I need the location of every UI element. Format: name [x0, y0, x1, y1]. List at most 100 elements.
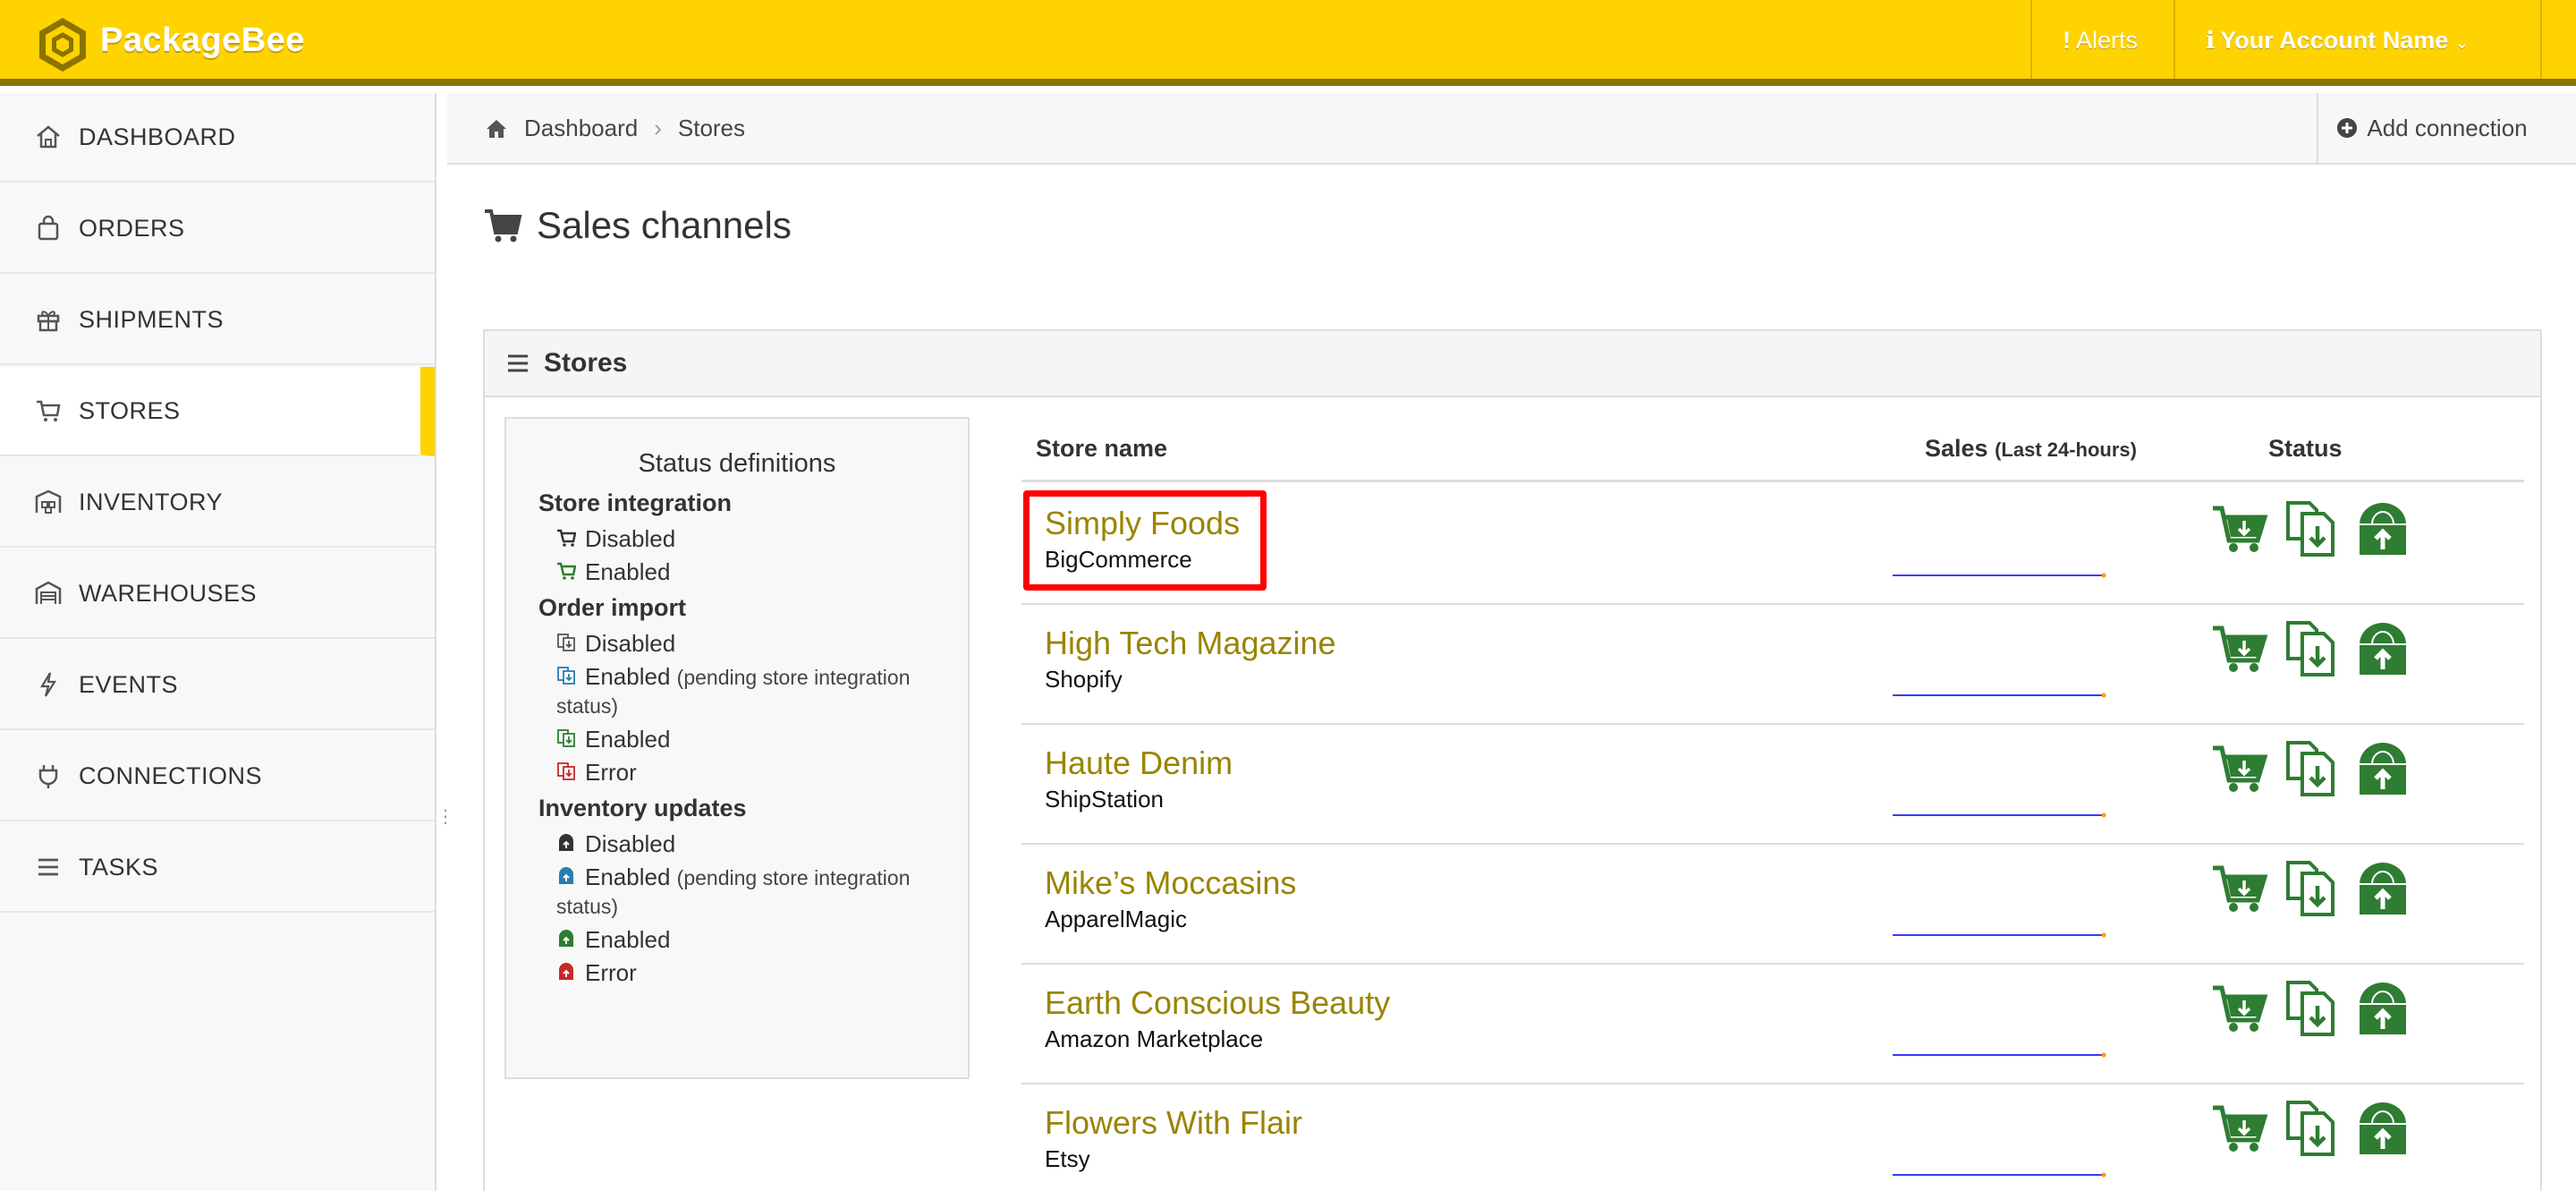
inventory-updates-enabled-icon[interactable] — [2354, 499, 2411, 557]
order-import-enabled-icon[interactable] — [2283, 739, 2340, 796]
info-icon: ℹ — [2206, 27, 2216, 54]
definition-label: Disabled — [585, 630, 676, 657]
status-icons — [2211, 859, 2411, 916]
home-icon — [37, 125, 60, 149]
order-import-enabled-icon[interactable] — [2283, 619, 2340, 676]
definitions-group-title: Order import — [538, 594, 687, 621]
definition-row: Enabled — [538, 923, 936, 957]
sidebar-item-connections[interactable]: CONNECTIONS — [0, 732, 435, 821]
sidebar: DASHBOARD ORDERS SHIPMENTS STORES INVENT… — [0, 93, 436, 1191]
cart-icon — [37, 400, 61, 421]
sidebar-item-shipments[interactable]: SHIPMENTS — [0, 276, 435, 365]
sidebar-item-orders[interactable]: ORDERS — [0, 184, 435, 274]
status-icons — [2211, 499, 2411, 557]
store-integration-enabled-icon[interactable] — [2211, 739, 2268, 796]
sidebar-item-label: STORES — [79, 396, 181, 424]
definition-label: Enabled — [585, 863, 671, 890]
top-bar: PackageBee ! Alerts ℹ Your Account Name ⌄ — [0, 0, 2576, 86]
brand-name[interactable]: PackageBee — [100, 21, 305, 60]
order-import-icon — [557, 729, 575, 747]
store-name-link[interactable]: Haute Denim — [1045, 744, 1233, 782]
breadcrumb-separator: › — [654, 115, 662, 141]
breadcrumb-bar: Dashboard › Stores Add connection — [447, 93, 2576, 165]
sidebar-resize-handle[interactable]: ⋮ — [436, 805, 454, 832]
alerts-label: Alerts — [2076, 27, 2139, 54]
list-icon — [38, 858, 58, 876]
definition-label: Error — [585, 759, 637, 786]
definition-label: Disabled — [585, 525, 676, 552]
definition-note: (pending store integration — [676, 866, 911, 889]
table-row: Flowers With Flair Etsy — [1021, 1085, 2524, 1191]
order-import-enabled-icon[interactable] — [2283, 1099, 2340, 1156]
page-title-text: Sales channels — [537, 204, 792, 246]
store-platform: ApparelMagic — [1045, 906, 1187, 932]
breadcrumb-home-link[interactable]: Dashboard — [524, 115, 638, 142]
store-platform: Etsy — [1045, 1145, 1090, 1172]
definition-row: Disabled — [538, 627, 936, 660]
sidebar-item-tasks[interactable]: TASKS — [0, 823, 435, 913]
add-connection-button[interactable]: Add connection — [2317, 93, 2546, 163]
hexagon-logo-icon[interactable] — [34, 16, 91, 73]
sales-sparkline — [1893, 1052, 2106, 1058]
store-name-link[interactable]: High Tech Magazine — [1045, 625, 1336, 662]
sidebar-item-label: DASHBOARD — [79, 123, 236, 150]
definition-label: Enabled — [585, 726, 671, 753]
inventory-upload-icon — [559, 834, 573, 851]
definition-label: Enabled — [585, 663, 671, 690]
definition-row: Disabled — [538, 828, 936, 861]
definition-note-continued: status) — [556, 895, 619, 918]
inventory-updates-enabled-icon[interactable] — [2354, 1099, 2411, 1156]
alerts-button[interactable]: ! Alerts — [2063, 27, 2138, 55]
sidebar-item-warehouses[interactable]: WAREHOUSES — [0, 549, 435, 639]
column-header-sales-note: (Last 24-hours) — [1995, 438, 2137, 461]
exclamation-icon: ! — [2063, 27, 2071, 54]
sales-sparkline — [1893, 812, 2106, 818]
definition-row: Enabled (pending store integration — [538, 660, 936, 694]
order-import-enabled-icon[interactable] — [2283, 499, 2340, 557]
plug-icon — [38, 765, 58, 788]
status-icons — [2211, 619, 2411, 676]
store-name-link[interactable]: Earth Conscious Beauty — [1045, 984, 1390, 1022]
sales-sparkline — [1893, 1172, 2106, 1178]
order-import-enabled-icon[interactable] — [2283, 979, 2340, 1036]
table-row: Haute Denim ShipStation — [1021, 725, 2524, 845]
panel-title: Stores — [544, 348, 628, 378]
store-integration-enabled-icon[interactable] — [2211, 859, 2268, 916]
inventory-updates-enabled-icon[interactable] — [2354, 619, 2411, 676]
store-integration-enabled-icon[interactable] — [2211, 1099, 2268, 1156]
account-menu[interactable]: ℹ Your Account Name ⌄ — [2206, 27, 2469, 55]
store-name-link[interactable]: Flowers With Flair — [1045, 1104, 1302, 1142]
status-icons — [2211, 1099, 2411, 1156]
bolt-icon — [40, 672, 56, 697]
definition-label: Enabled — [585, 558, 671, 585]
inventory-updates-enabled-icon[interactable] — [2354, 859, 2411, 916]
breadcrumb: Dashboard › Stores — [485, 115, 745, 142]
sales-sparkline — [1893, 932, 2106, 938]
store-platform: ShipStation — [1045, 786, 1164, 812]
order-import-enabled-icon[interactable] — [2283, 859, 2340, 916]
cart-icon — [557, 562, 576, 580]
store-integration-enabled-icon[interactable] — [2211, 979, 2268, 1036]
sidebar-item-dashboard[interactable]: DASHBOARD — [0, 93, 435, 183]
inventory-updates-enabled-icon[interactable] — [2354, 739, 2411, 796]
sidebar-item-inventory[interactable]: INVENTORY — [0, 458, 435, 548]
home-icon[interactable] — [485, 117, 508, 140]
sales-sparkline — [1893, 573, 2106, 578]
store-integration-enabled-icon[interactable] — [2211, 499, 2268, 557]
divider — [2030, 0, 2032, 79]
order-import-icon — [557, 762, 575, 780]
sidebar-item-label: CONNECTIONS — [79, 761, 263, 789]
definition-note-continued: status) — [556, 694, 619, 718]
store-integration-enabled-icon[interactable] — [2211, 619, 2268, 676]
column-header-store-name[interactable]: Store name — [1036, 435, 1167, 463]
table-row: Earth Conscious Beauty Amazon Marketplac… — [1021, 965, 2524, 1085]
sidebar-item-events[interactable]: EVENTS — [0, 641, 435, 730]
column-header-sales[interactable]: Sales (Last 24-hours) — [1925, 435, 2137, 463]
store-name-link[interactable]: Mike’s Moccasins — [1045, 864, 1296, 902]
inventory-updates-enabled-icon[interactable] — [2354, 979, 2411, 1036]
definition-text: Enabled (pending store integration — [585, 660, 911, 694]
selection-highlight — [1023, 490, 1267, 591]
gift-icon — [37, 311, 60, 332]
sidebar-item-stores[interactable]: STORES — [0, 367, 435, 456]
status-definitions: Status definitions Store integration Dis… — [504, 417, 970, 1079]
